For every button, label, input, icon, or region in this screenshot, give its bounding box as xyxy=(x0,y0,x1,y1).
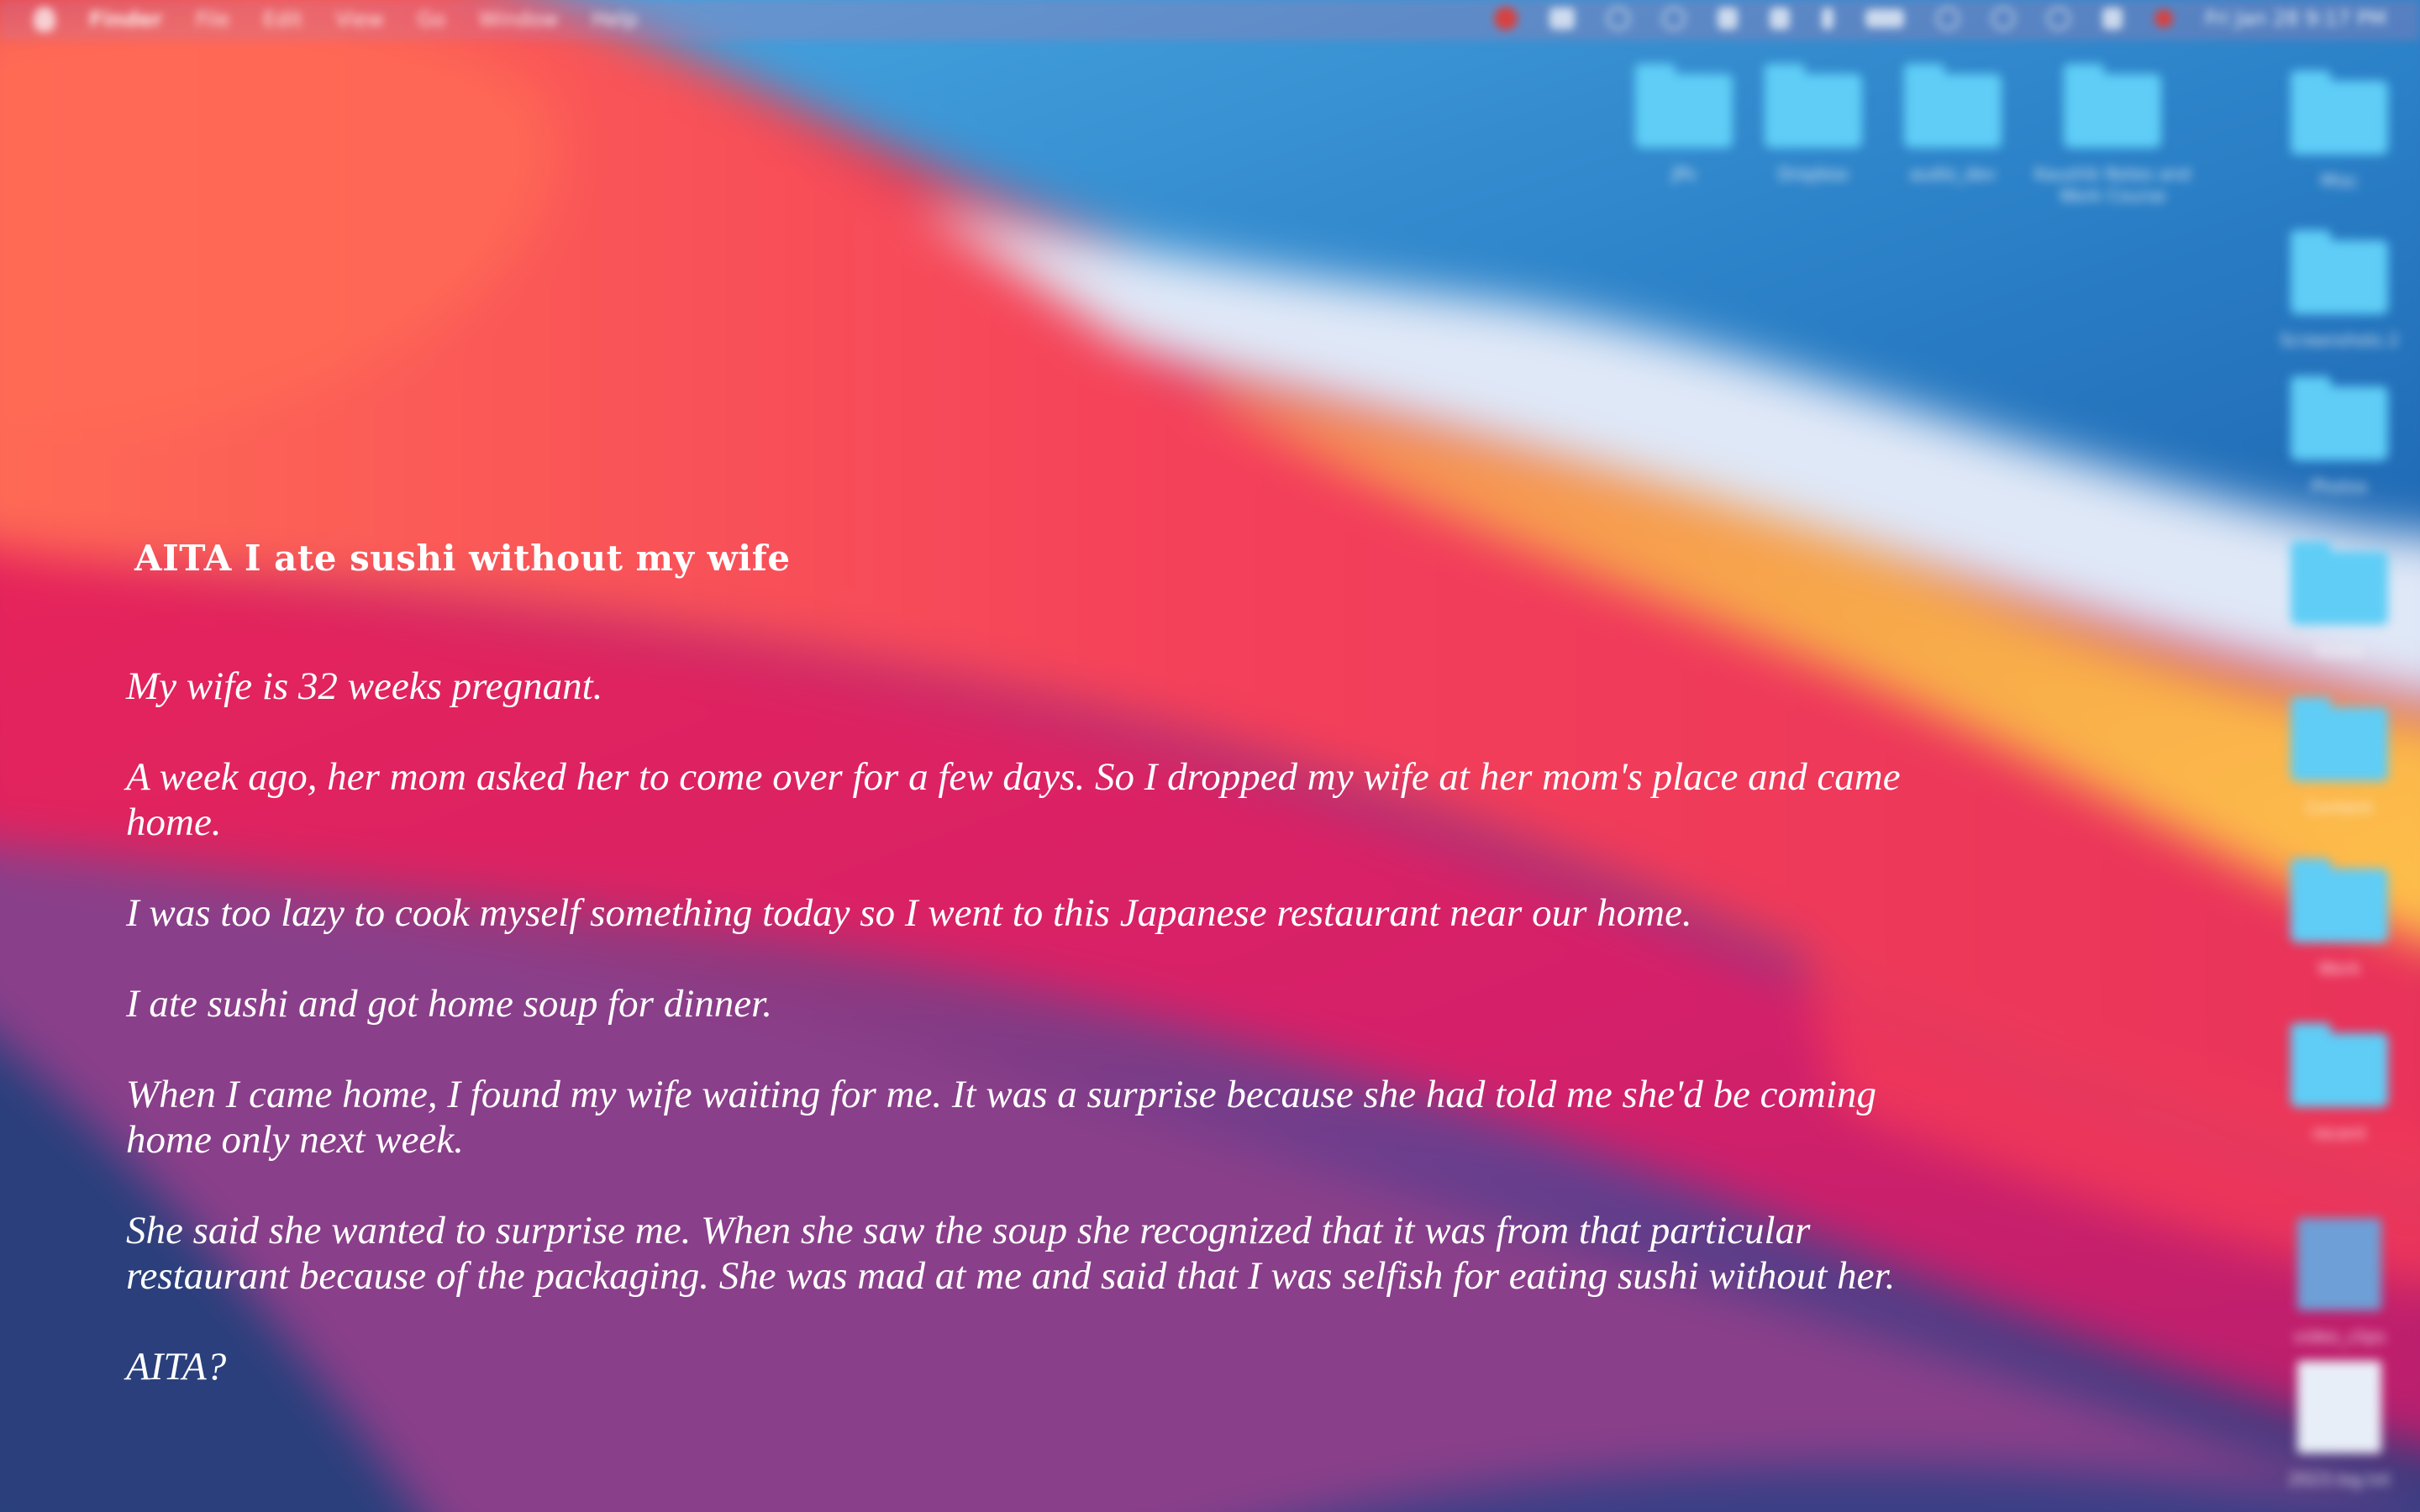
document-icon xyxy=(2297,1218,2381,1310)
desktop-icon-label: Content xyxy=(2306,797,2373,817)
folder-icon xyxy=(1635,64,1733,148)
dropbox-icon[interactable] xyxy=(1718,8,1739,29)
post-paragraph: I ate sushi and got home soup for dinner… xyxy=(126,982,772,1026)
user-icon[interactable] xyxy=(2102,8,2123,29)
folder-icon xyxy=(2291,1023,2388,1107)
desktop-icon-label: Photos xyxy=(2311,476,2368,496)
folder-icon xyxy=(1765,64,1862,148)
post-paragraph: A week ago, her mom asked her to come ov… xyxy=(126,755,1901,844)
desktop-folder-screenshots[interactable]: Screenshots 2 xyxy=(2255,230,2420,351)
siri-icon[interactable] xyxy=(2154,9,2174,28)
post-paragraph: When I came home, I found my wife waitin… xyxy=(126,1073,1876,1162)
desktop-folder-work[interactable]: Work xyxy=(2255,858,2420,979)
post-body: My wife is 32 weeks pregnant. A week ago… xyxy=(126,664,2210,1435)
bluetooth-icon[interactable] xyxy=(1822,8,1834,29)
desktop-icon-label: video_clips xyxy=(2293,1326,2386,1347)
search-icon[interactable] xyxy=(2047,7,2071,30)
menu-window[interactable]: Window xyxy=(479,8,559,31)
folder-icon xyxy=(2291,230,2388,314)
desktop-folder-audio-dev[interactable]: audio_dev xyxy=(1869,64,2037,185)
control-center-icon[interactable] xyxy=(1991,7,2016,30)
desktop-icon-label: audio_dev xyxy=(1909,164,1996,184)
recording-icon[interactable] xyxy=(1494,7,1518,30)
desktop-folder-misc[interactable]: Misc xyxy=(2255,71,2420,192)
folder-icon xyxy=(1904,64,2002,148)
folder-icon xyxy=(2291,697,2388,781)
desktop-icon-label: 2023.log.txt xyxy=(2288,1469,2391,1489)
desktop-folder-content[interactable]: Content xyxy=(2255,697,2420,818)
desktop-folder-notes[interactable]: Notes xyxy=(2255,541,2420,662)
desktop-icon-label: Screenshots 2 xyxy=(2280,330,2399,350)
app-status-icon[interactable] xyxy=(1549,8,1576,29)
desktop-file-log[interactable]: 2023.log.txt xyxy=(2255,1361,2420,1490)
wifi-icon[interactable] xyxy=(1936,7,1960,30)
post-paragraph: AITA? xyxy=(126,1345,227,1389)
desktop-folder-course[interactable]: Kaushik Notes and Work Course xyxy=(2020,64,2205,207)
menu-bar-left: Finder File Edit View Go Window Help xyxy=(34,7,638,32)
folder-icon xyxy=(2064,64,2161,148)
menu-bar-status: Fri Jan 28 9:17 PM xyxy=(1494,7,2386,30)
menu-go[interactable]: Go xyxy=(418,8,445,31)
arrow-icon[interactable] xyxy=(1770,8,1791,29)
menu-finder[interactable]: Finder xyxy=(89,8,162,31)
folder-icon xyxy=(2291,858,2388,942)
desktop-icon-label: Kaushik Notes and Work Course xyxy=(2033,164,2191,206)
menu-view[interactable]: View xyxy=(336,8,384,31)
apple-logo-icon[interactable] xyxy=(34,7,55,32)
post-paragraph: I was too lazy to cook myself something … xyxy=(126,891,1692,935)
desktop-icon-label: Notes xyxy=(2315,641,2364,661)
desktop-folder-recent[interactable]: recent xyxy=(2255,1023,2420,1144)
desktop-icon-label: recent xyxy=(2312,1123,2366,1143)
menu-bar: Finder File Edit View Go Window Help Fri… xyxy=(0,0,2420,40)
sync-icon[interactable] xyxy=(1662,7,1686,30)
desktop-icon-label: Work xyxy=(2317,958,2361,979)
post-paragraph: My wife is 32 weeks pregnant. xyxy=(126,664,603,708)
menu-edit[interactable]: Edit xyxy=(263,8,302,31)
desktop-file-video-clips[interactable]: video_clips xyxy=(2255,1218,2420,1347)
folder-icon xyxy=(2291,376,2388,460)
document-icon xyxy=(2297,1361,2381,1453)
menu-file[interactable]: File xyxy=(196,8,229,31)
folder-icon xyxy=(2291,541,2388,625)
menu-help[interactable]: Help xyxy=(592,8,639,31)
battery-icon[interactable] xyxy=(1865,9,1905,28)
folder-icon xyxy=(2291,71,2388,155)
desktop-folder-photos[interactable]: Photos xyxy=(2255,376,2420,497)
timer-icon[interactable] xyxy=(1607,7,1631,30)
post-title: AITA I ate sushi without my wife xyxy=(134,538,791,579)
post-paragraph: She said she wanted to surprise me. When… xyxy=(126,1209,1896,1298)
desktop-icon-label: Misc xyxy=(2320,171,2359,191)
menu-bar-clock[interactable]: Fri Jan 28 9:17 PM xyxy=(2205,7,2386,30)
